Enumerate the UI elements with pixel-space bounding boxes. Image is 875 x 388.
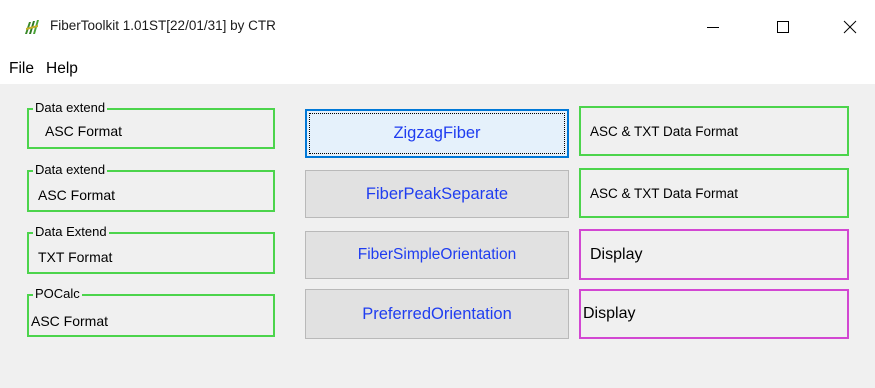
group-box-row-4: POCalc ASC Format	[27, 287, 275, 337]
group-format-label: ASC Format	[45, 123, 123, 139]
display-output-row-3: Display	[579, 229, 849, 280]
output-label: ASC & TXT Data Format	[590, 123, 739, 139]
menu-bar: File Help	[0, 54, 875, 84]
minimize-button[interactable]	[690, 0, 736, 54]
display-output-row-4: Display	[579, 289, 849, 339]
button-label: FiberPeakSeparate	[365, 184, 509, 203]
group-box-row-3: Data Extend TXT Format	[27, 225, 275, 274]
fiber-app-icon	[24, 19, 40, 35]
group-caption: POCalc	[33, 286, 82, 301]
menu-file[interactable]: File	[9, 60, 34, 78]
maximize-button[interactable]	[760, 0, 806, 54]
group-caption: Data Extend	[33, 224, 109, 239]
button-label: ZigzagFiber	[393, 124, 481, 142]
minimize-icon	[707, 27, 719, 28]
close-icon	[843, 20, 857, 34]
preferred-orientation-button[interactable]: PreferredOrientation	[305, 289, 569, 339]
menu-help[interactable]: Help	[46, 60, 78, 78]
group-caption: Data extend	[33, 100, 108, 115]
fiber-simple-orientation-button[interactable]: FiberSimpleOrientation	[305, 231, 569, 279]
group-caption: Data extend	[33, 162, 108, 177]
window-title: FiberToolkit 1.01ST[22/01/31] by CTR	[50, 18, 276, 33]
group-format-label: ASC Format	[38, 187, 116, 203]
maximize-icon	[777, 21, 789, 33]
title-bar[interactable]: FiberToolkit 1.01ST[22/01/31] by CTR	[0, 0, 875, 54]
output-label: Display	[590, 245, 643, 263]
output-label: Display	[583, 305, 636, 322]
group-format-label: ASC Format	[31, 313, 109, 329]
output-format-row-2: ASC & TXT Data Format	[579, 168, 849, 218]
fiber-peak-separate-button[interactable]: FiberPeakSeparate	[305, 170, 569, 218]
output-label: ASC & TXT Data Format	[590, 185, 739, 201]
zigzag-fiber-button[interactable]: ZigzagFiber	[305, 109, 569, 158]
group-format-label: TXT Format	[38, 249, 113, 265]
main-panel: Data extend ASC Format ZigzagFiber ASC &…	[8, 84, 875, 388]
group-box-row-1: Data extend ASC Format	[27, 101, 275, 149]
output-format-row-1: ASC & TXT Data Format	[579, 106, 849, 156]
button-label: PreferredOrientation	[362, 304, 512, 323]
group-box-row-2: Data extend ASC Format	[27, 163, 275, 212]
button-label: FiberSimpleOrientation	[357, 246, 517, 263]
close-button[interactable]	[827, 0, 873, 54]
